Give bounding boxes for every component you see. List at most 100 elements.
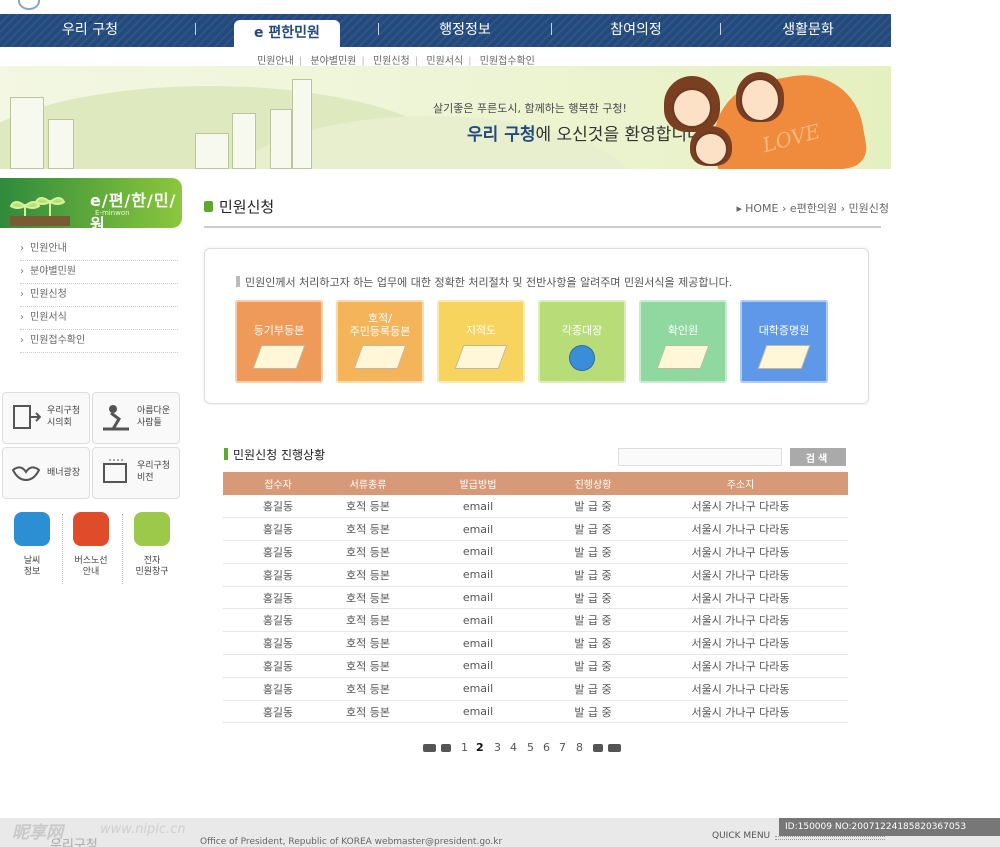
page-link[interactable]: 7 bbox=[559, 741, 566, 754]
page-link-current[interactable]: 2 bbox=[476, 741, 484, 754]
table-row[interactable]: 홍길동 호적 등본 email 발 급 중 서울시 가나구 다라동 bbox=[223, 517, 848, 542]
building-icon bbox=[48, 119, 74, 169]
lnb-menu: 민원안내 분야별민원 민원신청 민원서식 민원접수확인 bbox=[20, 238, 178, 353]
gnb-separator bbox=[551, 23, 552, 35]
quick-vision-button[interactable]: 우리구청 비전 bbox=[92, 447, 180, 499]
building-icon bbox=[292, 79, 312, 169]
table-row[interactable]: 홍길동 호적 등본 email 발 급 중 서울시 가나구 다라동 bbox=[223, 700, 848, 724]
category-resident-button[interactable]: 호적/ 주민등록등본 bbox=[336, 300, 424, 383]
cell-address: 서울시 가나구 다라동 bbox=[633, 586, 848, 610]
category-confirm-button[interactable]: 확인원 bbox=[639, 300, 727, 383]
cell-applicant: 홍길동 bbox=[223, 677, 333, 701]
quick-people-button[interactable]: 아름다운 사람들 bbox=[92, 392, 180, 444]
col-doc-type: 서류종류 bbox=[333, 472, 403, 495]
banner-slogan: 살기좋은 푸른도시, 함께하는 행복한 구청! bbox=[433, 102, 627, 115]
table-row[interactable]: 홍길동 호적 등본 email 발 급 중 서울시 가나구 다라동 bbox=[223, 563, 848, 587]
pen-paper-icon bbox=[252, 345, 306, 369]
bus-icon bbox=[73, 512, 109, 546]
quick-label: 우리구청 시의회 bbox=[47, 406, 81, 428]
cell-address: 서울시 가나구 다라동 bbox=[633, 608, 848, 633]
table-row[interactable]: 홍길동 호적 등본 email 발 급 중 서울시 가나구 다라동 bbox=[223, 495, 848, 519]
col-applicant: 접수자 bbox=[223, 472, 333, 495]
search-input[interactable] bbox=[618, 448, 782, 466]
category-ledger-button[interactable]: 각종대장 bbox=[538, 300, 626, 383]
cell-method: email bbox=[403, 677, 553, 701]
page-link[interactable]: 8 bbox=[576, 741, 583, 754]
lnb-title-banner: e/편/한/민/원 E-minwon bbox=[0, 178, 182, 234]
category-university-button[interactable]: 대학증명원 bbox=[740, 300, 828, 383]
prev-page-icon[interactable] bbox=[441, 744, 451, 752]
category-cadastral-button[interactable]: 지적도 bbox=[437, 300, 525, 383]
e-window-service-button[interactable]: 전자 민원창구 bbox=[122, 512, 182, 584]
quick-council-button[interactable]: 우리구청 시의회 bbox=[2, 392, 90, 444]
top-logo-strip bbox=[0, 0, 1000, 14]
page-link[interactable]: 4 bbox=[510, 741, 517, 754]
lnb-item-by-field[interactable]: 분야별민원 bbox=[20, 261, 178, 284]
page-link[interactable]: 6 bbox=[543, 741, 550, 754]
cell-method: email bbox=[403, 631, 553, 656]
page-link[interactable]: 3 bbox=[494, 741, 501, 754]
category-deed-button[interactable]: 등기부등본 bbox=[235, 300, 323, 383]
table-row[interactable]: 홍길동 호적 등본 email 발 급 중 서울시 가나구 다라동 bbox=[223, 631, 848, 656]
cell-applicant: 홍길동 bbox=[223, 654, 333, 678]
table-row[interactable]: 홍길동 호적 등본 email 발 급 중 서울시 가나구 다라동 bbox=[223, 654, 848, 678]
table-row[interactable]: 홍길동 호적 등본 email 발 급 중 서울시 가나구 다라동 bbox=[223, 540, 848, 564]
gnb-separator bbox=[195, 23, 196, 35]
breadcrumb-section[interactable]: e편한의원 bbox=[790, 202, 837, 215]
building-icon bbox=[232, 113, 256, 169]
lnb-item-apply[interactable]: 민원신청 bbox=[20, 284, 178, 307]
quick-banner-button[interactable]: 배너광장 bbox=[2, 447, 90, 499]
next-page-icon[interactable] bbox=[593, 744, 603, 752]
pencil-book-icon bbox=[656, 345, 710, 369]
lnb-item-forms[interactable]: 민원서식 bbox=[20, 307, 178, 330]
first-page-icon[interactable] bbox=[423, 744, 436, 752]
building-icon bbox=[195, 133, 229, 169]
gnb-item-our-office[interactable]: 우리 구청 bbox=[20, 14, 160, 47]
service-label: 날씨 정보 bbox=[23, 556, 41, 577]
bus-service-button[interactable]: 버스노선 안내 bbox=[61, 512, 121, 584]
page-link[interactable]: 1 bbox=[461, 741, 468, 754]
building-icon bbox=[270, 109, 292, 169]
table-row[interactable]: 홍길동 호적 등본 email 발 급 중 서울시 가나구 다라동 bbox=[223, 586, 848, 610]
cell-method: email bbox=[403, 495, 553, 519]
lnb-item-check[interactable]: 민원접수확인 bbox=[20, 330, 178, 353]
cell-applicant: 홍길동 bbox=[223, 540, 333, 564]
site-logo-icon[interactable] bbox=[18, 0, 40, 10]
gnb-item-participation[interactable]: 참여의정 bbox=[566, 14, 706, 47]
cell-status: 발 급 중 bbox=[553, 608, 633, 633]
cell-applicant: 홍길동 bbox=[223, 563, 333, 587]
cell-method: email bbox=[403, 517, 553, 542]
breadcrumb-home[interactable]: HOME bbox=[745, 202, 778, 215]
footer-brand: 우리구청 bbox=[50, 838, 98, 847]
quick-menu-label[interactable]: QUICK MENU bbox=[712, 831, 770, 841]
cell-applicant: 홍길동 bbox=[223, 700, 333, 724]
lnb-item-guide[interactable]: 민원안내 bbox=[20, 238, 178, 261]
cell-status: 발 급 중 bbox=[553, 540, 633, 564]
table-row[interactable]: 홍길동 호적 등본 email 발 급 중 서울시 가나구 다라동 bbox=[223, 608, 848, 633]
gnb-item-life-culture[interactable]: 생활문화 bbox=[738, 14, 878, 47]
cell-status: 발 급 중 bbox=[553, 700, 633, 724]
table-row[interactable]: 홍길동 호적 등본 email 발 급 중 서울시 가나구 다라동 bbox=[223, 677, 848, 701]
cell-doc-type: 호적 등본 bbox=[333, 517, 403, 542]
stamp-icon bbox=[353, 345, 407, 369]
kid-face-icon bbox=[672, 88, 712, 128]
sprout-icon bbox=[10, 197, 70, 226]
title-divider bbox=[204, 226, 881, 228]
search-button[interactable]: 검색 bbox=[790, 448, 846, 466]
table-body: 홍길동 호적 등본 email 발 급 중 서울시 가나구 다라동 홍길동 호적 등본 ema… bbox=[223, 495, 848, 724]
globe-icon bbox=[569, 345, 595, 371]
last-page-icon[interactable] bbox=[608, 744, 621, 752]
weather-service-button[interactable]: 날씨 정보 bbox=[2, 512, 62, 584]
gnb-item-admin-info[interactable]: 행정정보 bbox=[395, 14, 535, 47]
weather-icon bbox=[14, 512, 50, 546]
building-icon bbox=[134, 512, 170, 546]
cell-applicant: 홍길동 bbox=[223, 586, 333, 610]
quick-menu-lines bbox=[775, 836, 885, 840]
door-vision-icon bbox=[103, 459, 127, 483]
cell-address: 서울시 가나구 다라동 bbox=[633, 677, 848, 701]
kid-face-icon bbox=[694, 132, 728, 166]
service-label: 전자 민원창구 bbox=[135, 556, 169, 577]
cell-doc-type: 호적 등본 bbox=[333, 586, 403, 610]
gnb-item-e-minwon[interactable]: e 편한민원 bbox=[234, 20, 340, 47]
page-link[interactable]: 5 bbox=[527, 741, 534, 754]
